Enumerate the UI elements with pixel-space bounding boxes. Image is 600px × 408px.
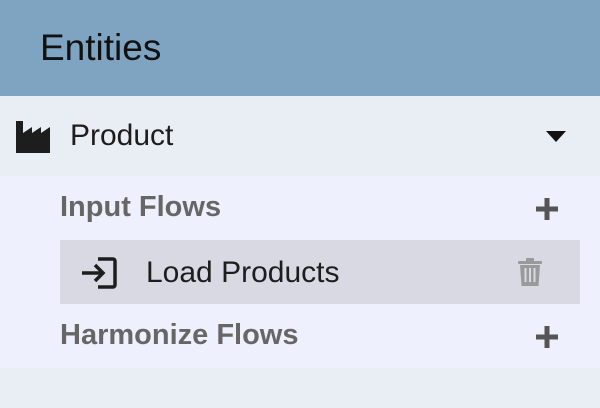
panel-footer xyxy=(0,368,600,408)
factory-icon xyxy=(16,121,50,153)
input-flows-title: Input Flows xyxy=(60,191,222,223)
add-harmonize-flow-icon[interactable] xyxy=(536,326,558,348)
add-input-flow-icon[interactable] xyxy=(536,198,558,220)
entity-label: Product xyxy=(70,119,174,152)
sign-in-icon xyxy=(82,257,117,289)
flow-label: Load Products xyxy=(146,256,340,289)
trash-icon[interactable] xyxy=(518,258,542,286)
entities-header: Entities xyxy=(0,0,600,96)
caret-down-icon[interactable] xyxy=(546,131,566,143)
header-title: Entities xyxy=(40,27,162,68)
harmonize-flows-title: Harmonize Flows xyxy=(60,319,299,351)
